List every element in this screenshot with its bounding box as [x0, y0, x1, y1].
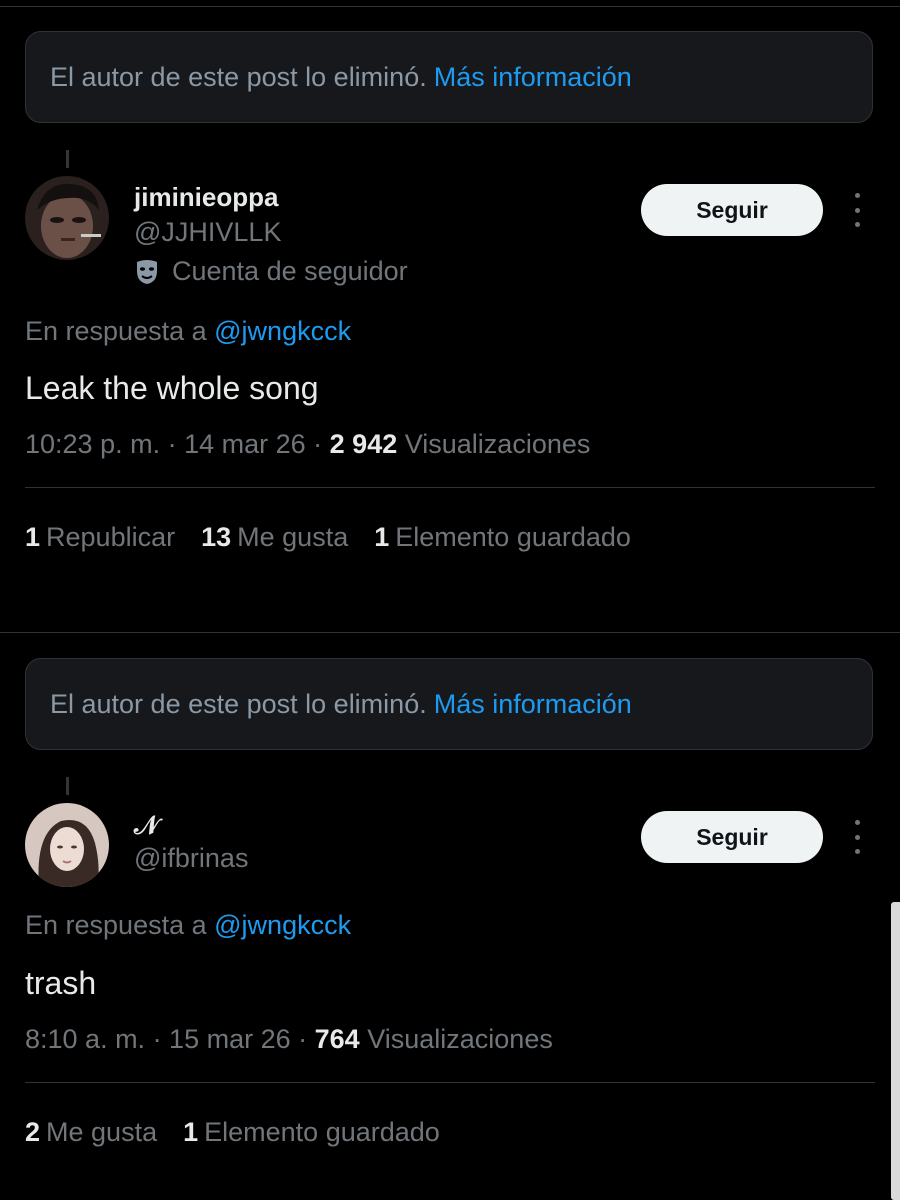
- likes-stat[interactable]: 13 Me gusta: [201, 522, 348, 553]
- display-name[interactable]: 𝒩: [134, 810, 159, 842]
- views-label: Visualizaciones: [404, 429, 591, 459]
- views-label: Visualizaciones: [367, 1024, 553, 1054]
- account-type: Cuenta de seguidor: [134, 256, 408, 287]
- post-text: Leak the whole song: [25, 370, 319, 406]
- engagement-stats: 1 Republicar 13 Me gusta 1 Elemento guardad…: [25, 522, 631, 553]
- follow-button[interactable]: Seguir: [641, 811, 823, 863]
- avatar-image: [25, 176, 109, 260]
- user-handle[interactable]: @JJHIVLLK: [134, 217, 281, 248]
- likes-stat[interactable]: 2 Me gusta: [25, 1117, 157, 1148]
- deleted-notice-text: El autor de este post lo eliminó.: [50, 688, 427, 719]
- more-info-link[interactable]: Más información: [434, 62, 632, 93]
- thread-connector: [66, 777, 69, 795]
- deleted-post-notice: El autor de este post lo eliminó. Más in…: [25, 658, 873, 750]
- more-options-icon[interactable]: [850, 193, 864, 227]
- deleted-notice-text: El autor de este post lo eliminó.: [50, 61, 427, 92]
- mask-icon: [137, 259, 157, 284]
- section-divider: [0, 632, 900, 633]
- display-name[interactable]: jiminieoppa: [134, 182, 278, 213]
- post-meta: 8:10 a. m. · 15 mar 26 · 764 Visualizaci…: [25, 1024, 553, 1055]
- reply-context: En respuesta a @jwngkcck: [25, 316, 351, 347]
- engagement-stats: 2 Me gusta 1 Elemento guardado: [25, 1117, 440, 1148]
- reply-mention-link[interactable]: @jwngkcck: [214, 316, 351, 346]
- view-count: 764: [314, 1024, 360, 1054]
- scrollbar[interactable]: [891, 902, 900, 1200]
- thread-connector: [66, 150, 69, 168]
- avatar[interactable]: [25, 176, 109, 260]
- post-timestamp[interactable]: 10:23 p. m. · 14 mar 26 ·: [25, 429, 322, 459]
- more-options-icon[interactable]: [850, 820, 864, 854]
- post-timestamp[interactable]: 8:10 a. m. · 15 mar 26 ·: [25, 1024, 307, 1054]
- bookmarks-stat[interactable]: 1 Elemento guardado: [374, 522, 631, 553]
- view-count: 2 942: [329, 429, 398, 459]
- reply-prefix: En respuesta a: [25, 316, 207, 346]
- reply-prefix: En respuesta a: [25, 910, 207, 940]
- reply-context: En respuesta a @jwngkcck: [25, 910, 351, 941]
- meta-divider: [25, 487, 875, 488]
- more-info-link[interactable]: Más información: [434, 689, 632, 720]
- meta-divider: [25, 1082, 875, 1083]
- reposts-stat[interactable]: 1 Republicar: [25, 522, 175, 553]
- avatar-image: [25, 803, 109, 887]
- deleted-post-notice: El autor de este post lo eliminó. Más in…: [25, 31, 873, 123]
- avatar[interactable]: [25, 803, 109, 887]
- account-type-label: Cuenta de seguidor: [172, 256, 408, 286]
- top-divider: [0, 6, 900, 7]
- bookmarks-stat[interactable]: 1 Elemento guardado: [183, 1117, 440, 1148]
- post-text: trash: [25, 965, 97, 1001]
- reply-mention-link[interactable]: @jwngkcck: [214, 910, 351, 940]
- user-handle[interactable]: @ifbrinas: [134, 843, 248, 874]
- follow-button[interactable]: Seguir: [641, 184, 823, 236]
- post-meta: 10:23 p. m. · 14 mar 26 · 2 942 Visualiz…: [25, 429, 590, 460]
